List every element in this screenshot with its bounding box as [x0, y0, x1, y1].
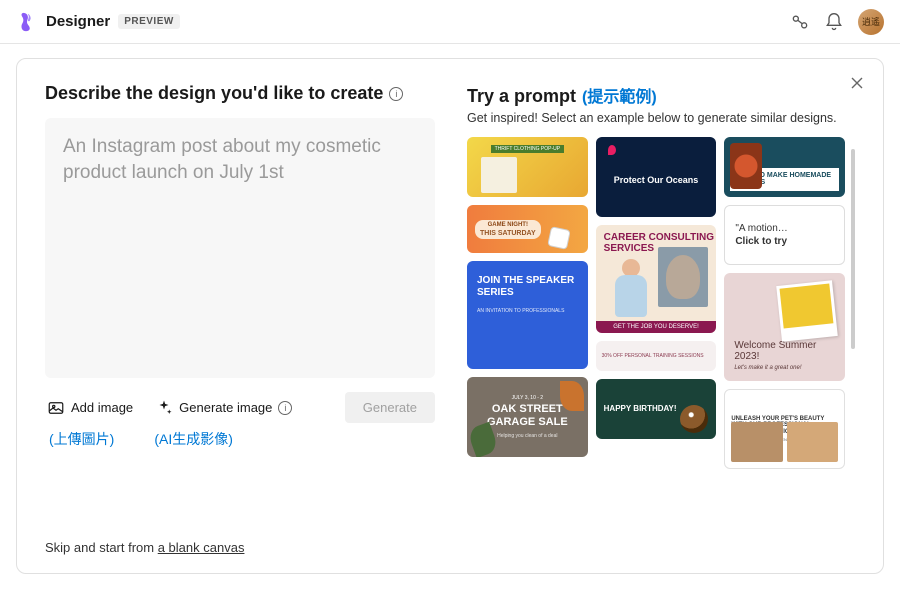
template-label: Protect Our Oceans: [614, 175, 699, 185]
image-row: [731, 422, 838, 462]
try-heading: Try a prompt (提示範例): [467, 83, 855, 107]
right-column: Try a prompt (提示範例) Get inspired! Select…: [467, 83, 855, 555]
template-grooming[interactable]: UNLEASH YOUR PET'S BEAUTY WITH OUR PROFE…: [724, 389, 845, 469]
generate-image-label: Generate image: [179, 400, 272, 415]
template-training[interactable]: 30% OFF PERSONAL TRAINING SESSIONS: [596, 341, 717, 371]
close-icon[interactable]: [849, 75, 865, 91]
image-icon: [47, 399, 65, 417]
generate-button[interactable]: Generate: [345, 392, 435, 423]
template-crepes[interactable]: HOW TO MAKE HOMEMADE CREPES: [724, 137, 845, 197]
action-row: Add image Generate image i Generate: [45, 392, 435, 423]
template-label: Welcome Summer 2023!: [734, 340, 835, 362]
template-sublabel: Helping you clean of a deal: [497, 433, 557, 439]
template-speaker-series[interactable]: JOIN THE SPEAKER SERIES AN INVITATION TO…: [467, 261, 588, 369]
annotation-row: (上傳圖片) (AI生成影像): [45, 429, 435, 449]
template-birthday[interactable]: HAPPY BIRTHDAY!: [596, 379, 717, 439]
scrollbar[interactable]: [851, 149, 855, 349]
prompt-placeholder: An Instagram post about my cosmetic prod…: [63, 134, 417, 185]
template-grid-col: Protect Our Oceans CAREER CONSULTING SER…: [596, 137, 717, 469]
template-game-night[interactable]: GAME NIGHT! THIS SATURDAY: [467, 205, 588, 253]
generate-image-button[interactable]: Generate image i: [153, 395, 294, 421]
top-bar: Designer PREVIEW 逍遙: [0, 0, 900, 44]
template-band: GET THE JOB YOU DESERVE!: [596, 321, 717, 333]
photo-illustration: [776, 280, 838, 342]
try-description: Get inspired! Select an example below to…: [467, 111, 855, 125]
template-label: THRIFT CLOTHING POP-UP: [491, 145, 564, 153]
template-summer[interactable]: Welcome Summer 2023! Let's make it a gre…: [724, 273, 845, 381]
topbar-right: 逍遙: [790, 9, 884, 35]
skip-prefix: Skip and start from: [45, 540, 158, 555]
user-avatar[interactable]: 逍遙: [858, 9, 884, 35]
connect-icon[interactable]: [790, 12, 810, 32]
left-column: Describe the design you'd like to create…: [45, 83, 435, 555]
add-image-button[interactable]: Add image: [45, 395, 135, 421]
template-date: JULY 3, 10 - 2: [512, 395, 544, 401]
templates-container: THRIFT CLOTHING POP-UP GAME NIGHT! THIS S…: [467, 137, 855, 555]
template-oceans[interactable]: Protect Our Oceans: [596, 137, 717, 217]
template-label: JOIN THE SPEAKER SERIES: [477, 275, 578, 298]
templates-grid: THRIFT CLOTHING POP-UP GAME NIGHT! THIS S…: [467, 137, 855, 469]
template-cta: Click to try: [735, 236, 787, 247]
describe-heading: Describe the design you'd like to create…: [45, 83, 435, 104]
prompt-textarea[interactable]: An Instagram post about my cosmetic prod…: [45, 118, 435, 378]
photo-illustration: [658, 247, 708, 307]
template-label: HOW TO MAKE HOMEMADE CREPES: [730, 168, 839, 191]
template-garage-sale[interactable]: JULY 3, 10 - 2 OAK STREET GARAGE SALE He…: [467, 377, 588, 457]
template-grid-col: THRIFT CLOTHING POP-UP GAME NIGHT! THIS S…: [467, 137, 588, 469]
skip-row: Skip and start from a blank canvas: [45, 540, 435, 555]
try-subtitle: (提示範例): [582, 83, 657, 107]
template-label: HAPPY BIRTHDAY!: [604, 404, 677, 413]
template-career[interactable]: CAREER CONSULTING SERVICES GET THE JOB Y…: [596, 225, 717, 333]
preview-badge: PREVIEW: [118, 14, 180, 29]
designer-logo-icon: [16, 11, 38, 33]
annotation-ai: (AI生成影像): [154, 429, 233, 449]
describe-title: Describe the design you'd like to create: [45, 83, 383, 104]
info-icon[interactable]: i: [278, 401, 292, 415]
template-thrift[interactable]: THRIFT CLOTHING POP-UP: [467, 137, 588, 197]
template-label: OAK STREET GARAGE SALE: [473, 403, 582, 428]
bell-icon[interactable]: [824, 12, 844, 32]
blank-canvas-link[interactable]: a blank canvas: [158, 540, 245, 555]
logo-area: Designer PREVIEW: [16, 11, 180, 33]
template-label: GAME NIGHT!: [488, 222, 528, 228]
try-title: Try a prompt: [467, 86, 576, 107]
template-motion-quote[interactable]: "A motion… Click to try: [724, 205, 845, 265]
info-icon[interactable]: i: [389, 87, 403, 101]
template-sublabel: Let's make it a great one!: [734, 365, 801, 371]
annotation-upload: (上傳圖片): [49, 429, 114, 449]
add-image-label: Add image: [71, 400, 133, 415]
person-illustration: [610, 259, 652, 319]
app-name: Designer: [46, 13, 110, 30]
template-label: 30% OFF PERSONAL TRAINING SESSIONS: [602, 353, 704, 359]
main-card: Describe the design you'd like to create…: [16, 58, 884, 574]
sparkle-icon: [155, 399, 173, 417]
template-quote: "A motion…: [735, 223, 787, 234]
template-sublabel: THIS SATURDAY: [480, 230, 536, 237]
template-sublabel: AN INVITATION TO PROFESSIONALS: [477, 308, 564, 314]
template-grid-col: HOW TO MAKE HOMEMADE CREPES "A motion… C…: [724, 137, 845, 469]
